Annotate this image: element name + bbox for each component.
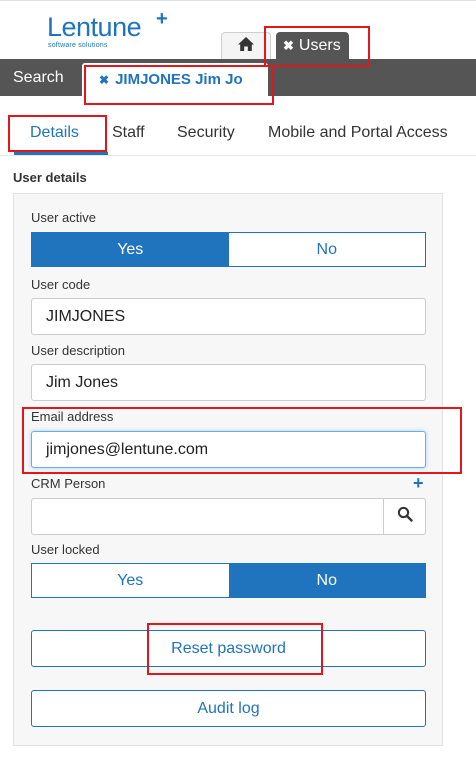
user-active-label: User active <box>31 210 97 225</box>
logo-plus-mark: + <box>156 8 168 30</box>
user-locked-no-option[interactable]: No <box>228 564 425 597</box>
logo-wordmark: Lentune <box>47 12 142 42</box>
section-title: User details <box>13 170 87 185</box>
annotation-box-email <box>22 407 462 474</box>
tabs-divider <box>0 155 476 156</box>
audit-log-button[interactable]: Audit log <box>31 690 426 727</box>
user-active-yes-option[interactable]: Yes <box>32 233 229 266</box>
top-divider <box>0 0 476 1</box>
user-locked-yes-option[interactable]: Yes <box>32 564 229 597</box>
user-locked-label: User locked <box>31 542 100 557</box>
home-icon <box>237 36 255 57</box>
crm-person-input[interactable] <box>31 498 384 535</box>
annotation-box-reset-password <box>147 623 323 675</box>
annotation-box-record-tab <box>84 65 274 105</box>
tab-mobile-portal-access[interactable]: Mobile and Portal Access <box>268 124 448 142</box>
user-description-field[interactable]: Jim Jones <box>31 364 426 401</box>
user-code-field[interactable]: JIMJONES <box>31 298 426 335</box>
tab-security[interactable]: Security <box>177 124 235 142</box>
user-active-toggle: Yes No <box>31 232 426 267</box>
annotation-box-details-tab <box>8 115 107 152</box>
user-description-label: User description <box>31 343 125 358</box>
annotation-box-users-tab <box>264 26 370 67</box>
crm-person-search-button[interactable] <box>383 498 426 535</box>
search-icon <box>397 506 413 527</box>
lentune-logo: Lentune + software solutions <box>47 8 177 52</box>
tab-search[interactable]: Search <box>0 59 78 96</box>
crm-person-label: CRM Person <box>31 476 106 491</box>
plus-icon[interactable]: + <box>413 474 424 492</box>
user-code-label: User code <box>31 277 91 292</box>
logo-tagline: software solutions <box>48 42 108 49</box>
user-active-no-option[interactable]: No <box>229 233 426 266</box>
tab-staff[interactable]: Staff <box>112 124 145 142</box>
user-locked-toggle: Yes No <box>31 563 426 598</box>
